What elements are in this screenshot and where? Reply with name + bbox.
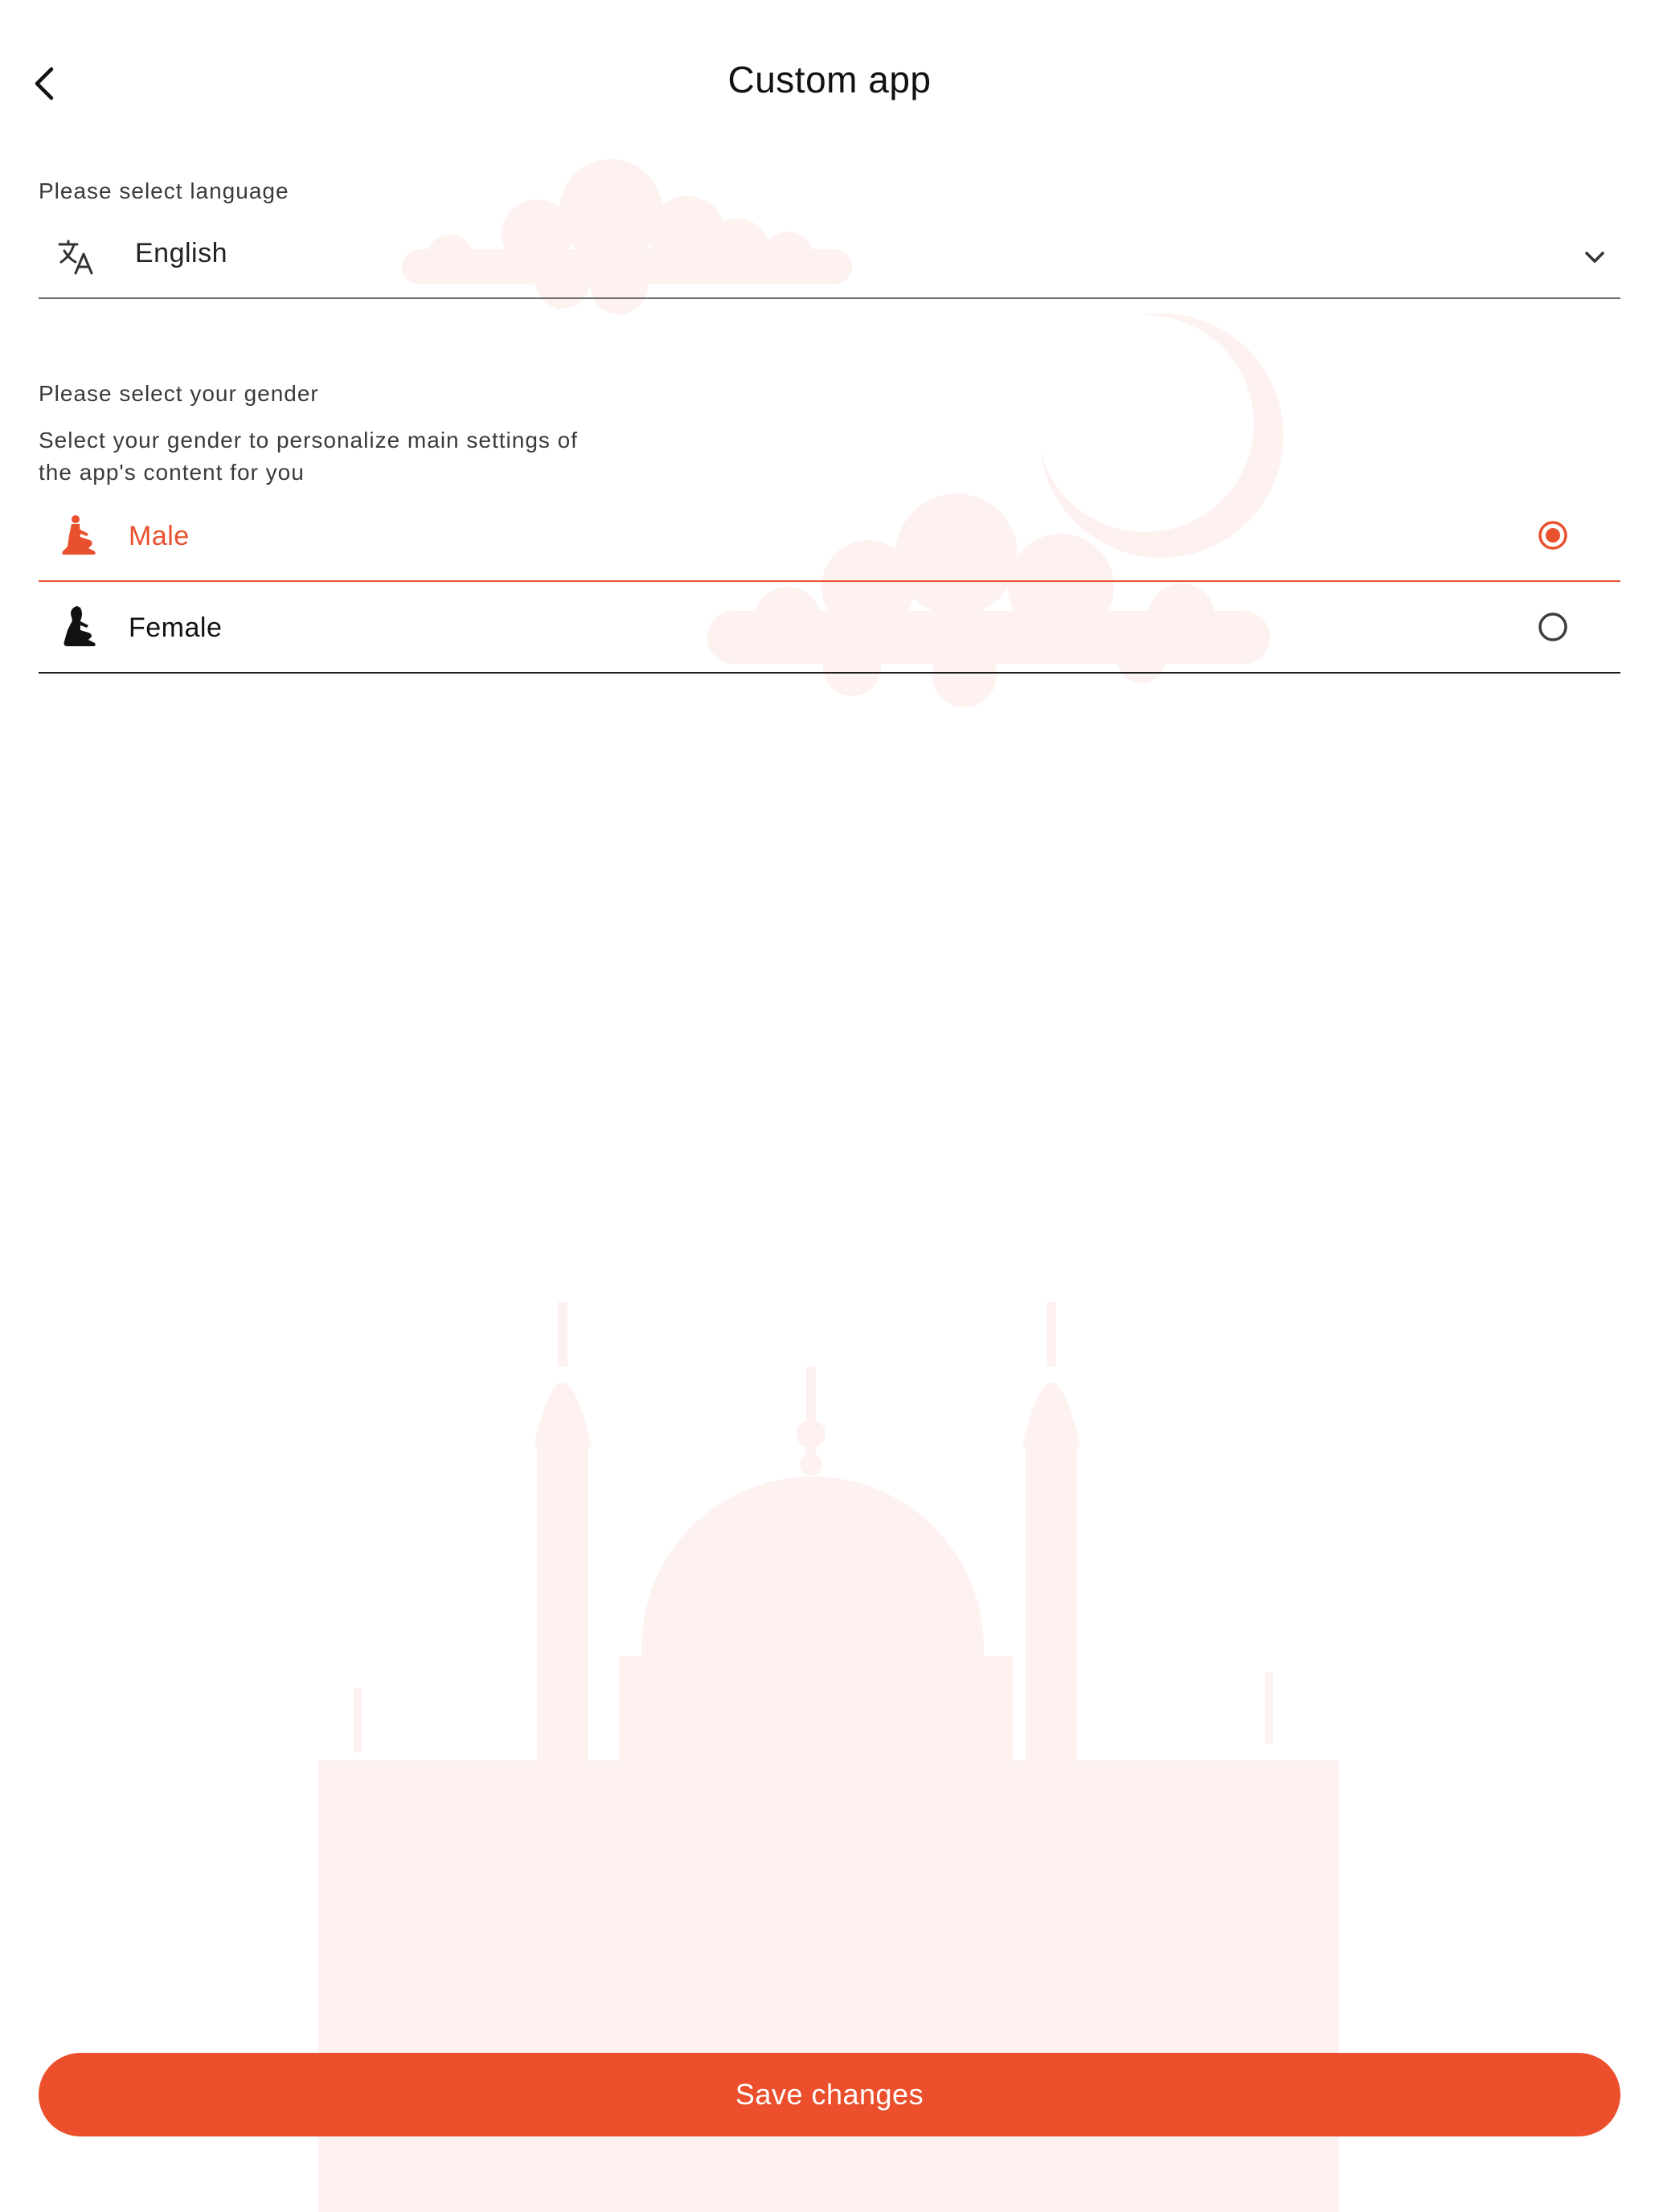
selected-language: English: [135, 238, 228, 268]
page-title: Custom app: [727, 59, 932, 100]
female-prayer-icon: [63, 606, 96, 646]
translate-icon: [58, 240, 93, 275]
gender-option-male[interactable]: Male: [39, 490, 1620, 582]
gender-option-female[interactable]: Female: [39, 582, 1620, 674]
background-decoration: [318, 159, 1339, 2212]
gender-description: Select your gender to personalize main s…: [39, 428, 579, 485]
language-section-label: Please select language: [39, 178, 289, 203]
radio-unselected-icon[interactable]: [1537, 611, 1569, 643]
radio-selected-icon[interactable]: [1537, 519, 1569, 551]
save-changes-button[interactable]: Save changes: [39, 2053, 1620, 2136]
male-prayer-icon: [62, 515, 96, 555]
gender-option-label: Female: [129, 612, 223, 643]
gender-option-label: Male: [129, 521, 190, 551]
language-select[interactable]: English: [39, 223, 1620, 299]
gender-section-label: Please select your gender: [39, 381, 319, 406]
chevron-down-icon: [1585, 252, 1604, 263]
